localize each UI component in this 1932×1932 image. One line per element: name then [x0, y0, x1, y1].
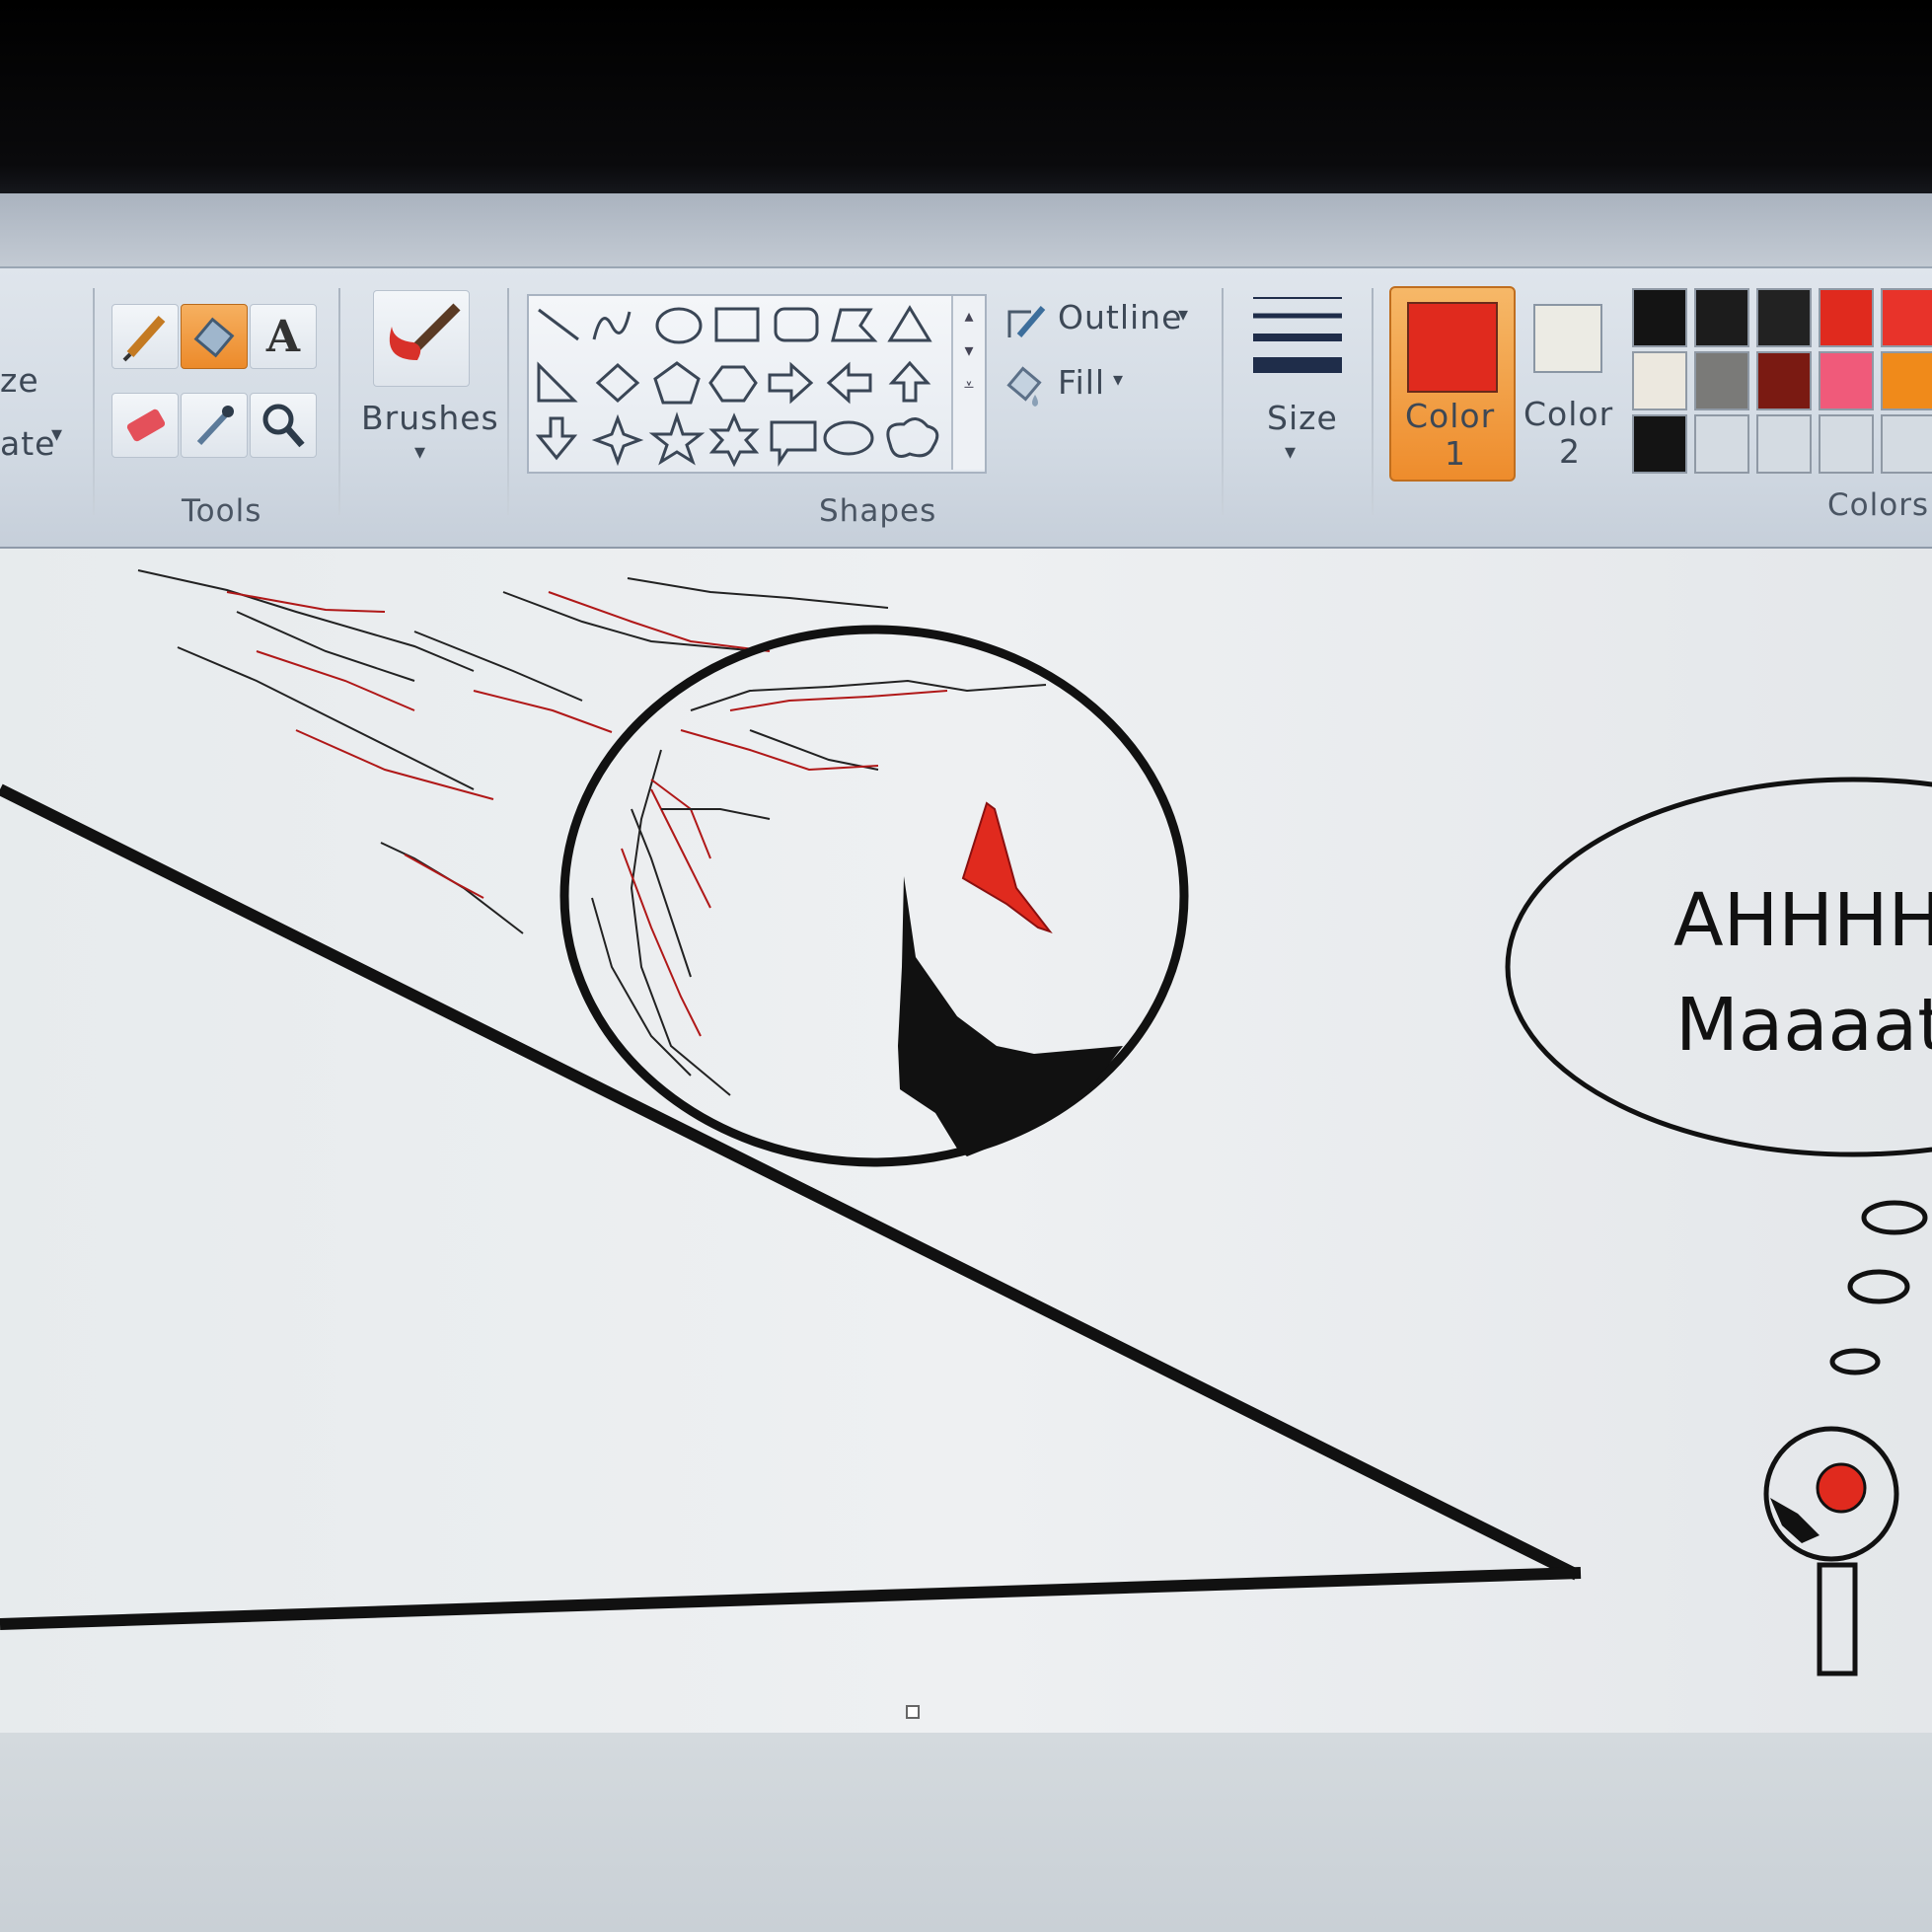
speech-line-1: AHHHH — [1673, 878, 1932, 963]
speed-lines — [137, 569, 889, 934]
stick-figure — [1763, 1426, 1899, 1676]
ball — [559, 625, 1189, 1167]
thought-bubble: AHHHH Maaaat — [1505, 777, 1932, 1375]
ramp-triangle — [0, 783, 1582, 1630]
red-triangle — [961, 801, 1053, 933]
canvas-drawing: AHHHH Maaaat — [0, 569, 1932, 1676]
speech-line-2: Maaaat — [1675, 983, 1932, 1068]
